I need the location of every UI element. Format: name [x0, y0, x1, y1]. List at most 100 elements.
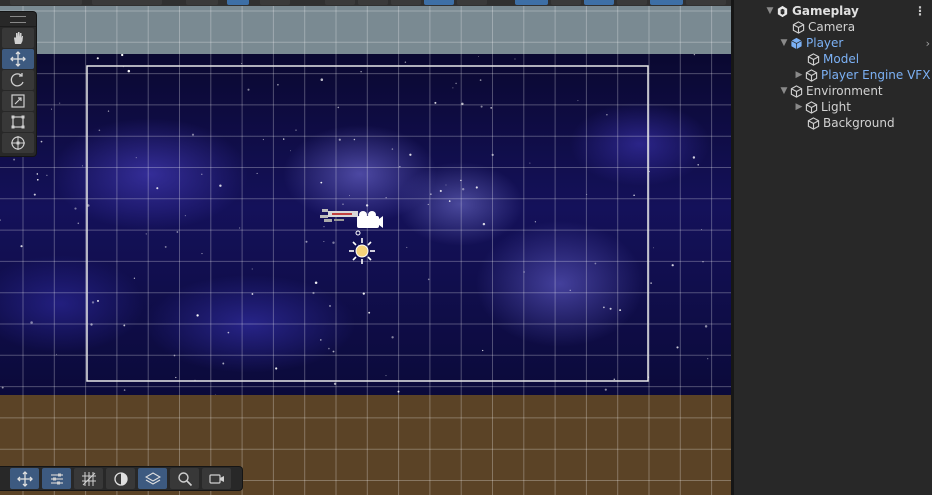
star	[462, 188, 465, 191]
hierarchy-item-label: Background	[823, 116, 895, 130]
hierarchy-item-environment[interactable]: ▼ Environment	[734, 83, 932, 99]
hierarchy-item-camera[interactable]: Camera	[734, 19, 932, 35]
star	[586, 194, 588, 195]
star	[337, 106, 340, 109]
star	[702, 261, 704, 263]
hierarchy-item-player[interactable]: ▼ Player ›	[734, 35, 932, 51]
star	[123, 324, 126, 327]
rotate-tool-button[interactable]	[2, 70, 34, 90]
scale-tool-icon	[11, 94, 25, 108]
star	[430, 193, 432, 195]
star	[319, 339, 322, 341]
shading-icon	[113, 471, 128, 486]
star	[427, 203, 429, 205]
camera-gizmo-icon[interactable]	[357, 211, 383, 228]
star	[365, 204, 369, 207]
hierarchy-item-model[interactable]: Model	[734, 51, 932, 67]
grid-toggle-button[interactable]	[74, 468, 103, 489]
star	[609, 307, 612, 310]
star	[385, 375, 387, 377]
star	[251, 293, 254, 295]
star	[409, 153, 412, 156]
scene-view[interactable]	[0, 0, 731, 495]
tools-overlay	[0, 11, 37, 157]
layers-button[interactable]	[138, 468, 167, 489]
search-button[interactable]	[170, 468, 199, 489]
rect-tool-button[interactable]	[2, 112, 34, 132]
player-ship-sprite[interactable]	[320, 209, 358, 222]
star	[214, 394, 216, 395]
star	[77, 222, 80, 225]
move-tool-button[interactable]	[2, 49, 34, 69]
scene-bottom-overlay	[0, 466, 243, 491]
star	[127, 69, 131, 73]
hierarchy-scene-row[interactable]: ▼ Gameplay ⋮	[734, 3, 932, 19]
rotate-tool-icon	[10, 73, 24, 87]
star	[333, 382, 337, 385]
star	[707, 358, 709, 360]
search-icon	[177, 471, 192, 486]
chevron-right-icon[interactable]: ›	[926, 37, 930, 50]
expand-arrow[interactable]: ▶	[794, 70, 804, 80]
star	[692, 156, 696, 159]
star	[362, 292, 365, 295]
star	[81, 165, 83, 167]
star	[697, 164, 699, 166]
star	[523, 271, 525, 273]
star	[604, 388, 607, 391]
kebab-menu-icon[interactable]: ⋮	[914, 4, 926, 18]
transform-tool-button[interactable]	[2, 133, 34, 153]
expand-arrow[interactable]: ▼	[779, 38, 789, 48]
star	[329, 305, 331, 307]
star	[320, 78, 324, 81]
hand-tool-icon	[14, 32, 23, 44]
star	[491, 153, 494, 157]
star	[332, 241, 335, 244]
rect-tool-icon	[11, 115, 25, 129]
hand-tool-button[interactable]	[2, 28, 34, 48]
star	[461, 102, 464, 106]
star	[328, 347, 330, 350]
light-gizmo-icon[interactable]	[349, 238, 375, 264]
hierarchy-item-light[interactable]: ▶ Light	[734, 99, 932, 115]
star	[247, 88, 250, 91]
star	[262, 138, 265, 141]
move-icon	[16, 470, 33, 487]
expand-arrow[interactable]: ▼	[779, 86, 789, 96]
star	[277, 83, 279, 86]
expand-arrow[interactable]: ▶	[794, 102, 804, 112]
star	[123, 389, 126, 391]
star	[133, 277, 136, 279]
star	[314, 281, 318, 284]
star	[121, 53, 124, 57]
overlay-drag-handle[interactable]	[0, 12, 36, 27]
star	[368, 311, 371, 314]
move-snap-button[interactable]	[10, 468, 39, 489]
hierarchy-item-player-engine-vfx[interactable]: ▶ Player Engine VFX	[734, 67, 932, 83]
unity-scene-icon	[775, 4, 789, 18]
star	[201, 253, 203, 255]
star	[312, 291, 315, 295]
star	[59, 102, 61, 104]
star	[439, 189, 442, 193]
star	[619, 309, 622, 312]
scale-tool-button[interactable]	[2, 91, 34, 111]
hierarchy-item-background[interactable]: Background	[734, 115, 932, 131]
star	[55, 353, 57, 355]
star	[173, 354, 176, 357]
star	[184, 215, 186, 217]
star	[482, 349, 484, 352]
snap-settings-button[interactable]	[42, 468, 71, 489]
star	[241, 62, 243, 64]
star	[20, 245, 23, 248]
expand-arrow[interactable]: ▼	[765, 6, 775, 16]
star	[482, 222, 486, 226]
star	[107, 110, 110, 112]
star	[156, 187, 159, 190]
star	[427, 278, 430, 281]
shading-mode-button[interactable]	[106, 468, 135, 489]
pivot-handle[interactable]	[355, 230, 361, 236]
star	[97, 299, 99, 302]
scene-camera-button[interactable]	[202, 468, 231, 489]
star	[222, 362, 225, 365]
